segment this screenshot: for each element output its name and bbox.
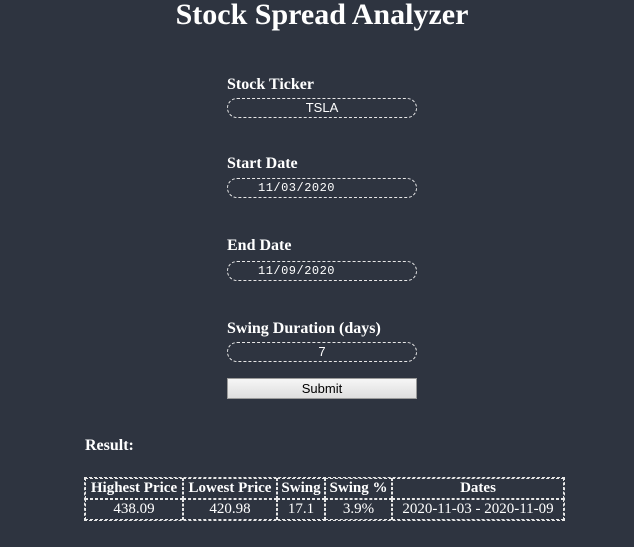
cell-swing: 17.1 (277, 499, 325, 520)
column-header-swing-percent: Swing % (325, 478, 392, 499)
table-header-row: Highest Price Lowest Price Swing Swing %… (85, 478, 564, 499)
column-header-swing: Swing (277, 478, 325, 499)
column-header-highest-price: Highest Price (85, 478, 183, 499)
stock-ticker-input[interactable]: TSLA (227, 98, 417, 118)
cell-swing-percent: 3.9% (325, 499, 392, 520)
swing-duration-label: Swing Duration (days) (227, 320, 381, 337)
start-date-input[interactable]: 11/03/2020 (227, 178, 417, 198)
submit-button[interactable]: Submit (227, 378, 417, 399)
result-table: Highest Price Lowest Price Swing Swing %… (84, 477, 565, 521)
table-row: 438.09 420.98 17.1 3.9% 2020-11-03 - 202… (85, 499, 564, 520)
stock-ticker-label: Stock Ticker (227, 76, 314, 93)
cell-lowest-price: 420.98 (183, 499, 277, 520)
start-date-label: Start Date (227, 155, 298, 172)
cell-dates: 2020-11-03 - 2020-11-09 (392, 499, 564, 520)
result-label: Result: (85, 437, 134, 454)
page-title: Stock Spread Analyzer (175, 0, 469, 31)
column-header-lowest-price: Lowest Price (183, 478, 277, 499)
end-date-input[interactable]: 11/09/2020 (227, 261, 417, 281)
cell-highest-price: 438.09 (85, 499, 183, 520)
end-date-label: End Date (227, 237, 292, 254)
swing-duration-input[interactable]: 7 (227, 342, 417, 362)
column-header-dates: Dates (392, 478, 564, 499)
